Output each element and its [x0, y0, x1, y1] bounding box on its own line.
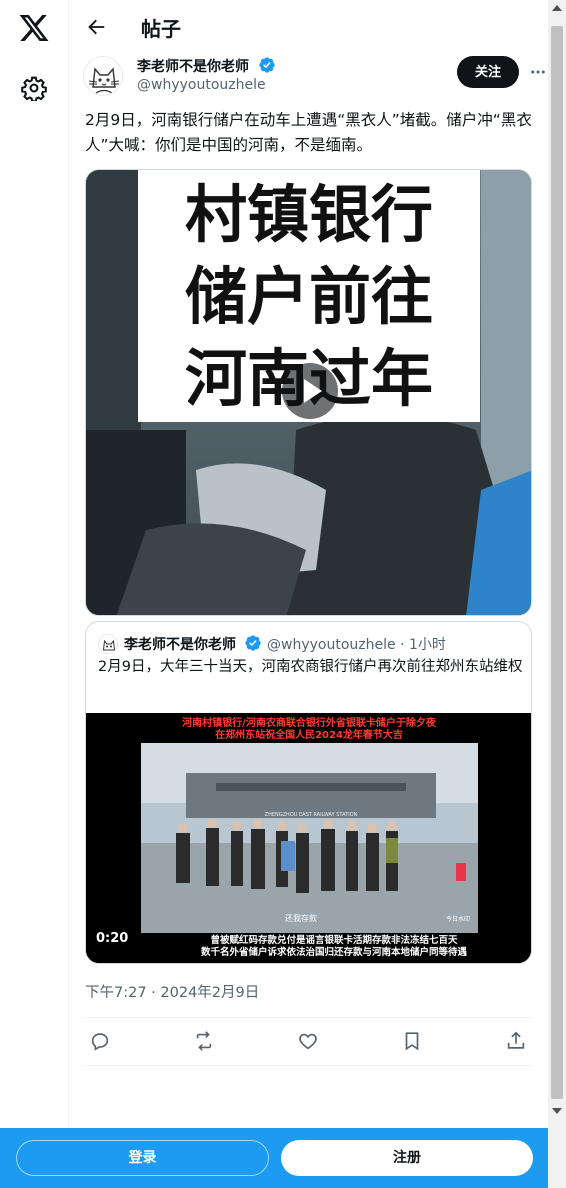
station-sign: ZHENGZHOU EAST RAILWAY STATION: [265, 812, 358, 818]
quoted-handle-time: @whyyoutouzhele · 1小时: [267, 637, 446, 653]
reply-icon[interactable]: [89, 1030, 111, 1052]
signup-button[interactable]: 注册: [281, 1140, 533, 1176]
share-icon[interactable]: [505, 1030, 527, 1052]
retweet-icon[interactable]: [193, 1030, 215, 1052]
author-avatar[interactable]: [83, 56, 123, 96]
post-author: 李老师不是你老师 @whyyoutouzhele 关注: [83, 56, 545, 100]
banner-line-2: 在郑州东站祝全国人民2024龙年春节大吉: [215, 728, 403, 741]
scrollbar-thumb[interactable]: [551, 26, 563, 1099]
left-nav-rail: [0, 0, 69, 1188]
play-button[interactable]: [282, 363, 338, 419]
back-arrow-icon[interactable]: [85, 16, 107, 38]
x-logo-icon[interactable]: [18, 12, 50, 44]
bookmark-icon[interactable]: [401, 1030, 423, 1052]
scroll-up-arrow-icon[interactable]: [552, 5, 562, 11]
bottom-caption-1: 曾被赋红码存款兑付是谣言银联卡活期存款非法冻结七百天: [210, 934, 458, 946]
follow-button[interactable]: 关注: [457, 56, 519, 88]
post-text: 2月9日，河南银行储户在动车上遭遇“黑衣人”堵截。储户冲“黑衣人”大喊：你们是中…: [85, 111, 532, 154]
divider: [85, 1065, 532, 1066]
watermark-text: 今日水印: [446, 915, 470, 923]
caption-line-2: 储户前往: [185, 260, 433, 333]
quoted-video[interactable]: 河南村镇银行/河南农商联合银行外省银联卡储户于除夕夜 在郑州东站祝全国人民202…: [86, 713, 531, 963]
quoted-post[interactable]: 李老师不是你老师 @whyyoutouzhele · 1小时 2月9日，大年三十…: [85, 621, 532, 964]
banner-line-1: 河南村镇银行/河南农商联合银行外省银联卡储户于除夕夜: [182, 716, 437, 729]
bottom-caption-2: 数千名外省储户诉求依法治国归还存款与河南本地储户同等待遇: [200, 946, 468, 958]
login-bar: 登录 注册: [0, 1128, 548, 1188]
author-handle[interactable]: @whyyoutouzhele: [137, 77, 266, 93]
scroll-down-arrow-icon[interactable]: [552, 1108, 562, 1114]
divider: [85, 1017, 532, 1018]
post-video[interactable]: 村镇银行 储户前往 河南过年: [85, 169, 532, 616]
post-header: 帖子: [69, 0, 548, 54]
video-duration: 0:20: [96, 931, 129, 946]
quoted-author-name: 李老师不是你老师: [124, 637, 236, 653]
verified-badge-icon: [245, 635, 261, 651]
cat-avatar-icon: [84, 57, 122, 95]
login-button[interactable]: 登录: [16, 1140, 269, 1176]
quoted-author-avatar: [98, 634, 118, 654]
main-column: 帖子 李老师不是你老师 @whyyoutouzhele 关注 2月9日，河南银行…: [69, 0, 548, 1188]
placard-text: 还我存款: [285, 913, 317, 923]
post-actions: [85, 1020, 532, 1064]
more-options-icon[interactable]: [529, 63, 547, 81]
like-icon[interactable]: [297, 1030, 319, 1052]
cat-avatar-icon: [102, 639, 116, 651]
settings-gear-icon[interactable]: [21, 75, 47, 101]
play-icon: [304, 379, 322, 403]
page-scrollbar[interactable]: [548, 0, 566, 1188]
quoted-video-thumbnail: 河南村镇银行/河南农商联合银行外省银联卡储户于除夕夜 在郑州东站祝全国人民202…: [86, 713, 531, 963]
page-title: 帖子: [141, 17, 181, 41]
post-timestamp[interactable]: 下午7:27 · 2024年2月9日: [85, 981, 259, 1002]
verified-badge-icon: [259, 57, 275, 73]
caption-line-1: 村镇银行: [185, 178, 433, 251]
author-name[interactable]: 李老师不是你老师: [137, 56, 249, 76]
quoted-text: 2月9日，大年三十当天，河南农商银行储户再次前往郑州东站维权: [98, 659, 523, 675]
